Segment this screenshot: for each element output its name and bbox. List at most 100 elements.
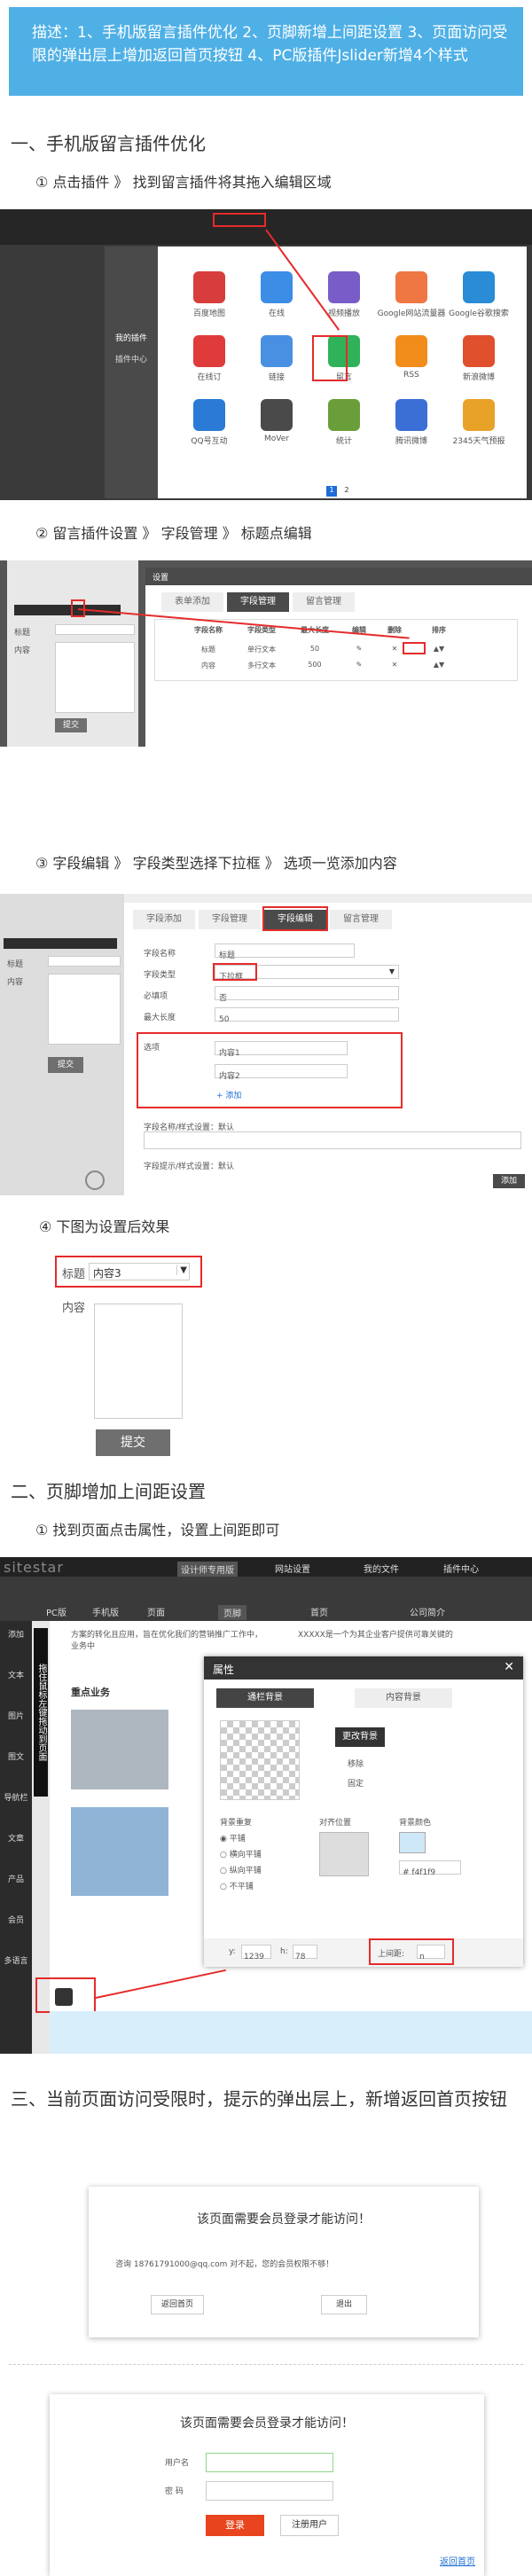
change-bg-button[interactable]: 更改背景 bbox=[335, 1727, 385, 1747]
tab-form-add[interactable]: 表单添加 bbox=[161, 592, 223, 612]
login-back-home-link[interactable]: 返回首页 bbox=[440, 2554, 475, 2567]
close-icon[interactable]: ✕ bbox=[504, 1660, 514, 1674]
tab-field-management[interactable]: 字段管理 bbox=[227, 592, 289, 612]
remove-option[interactable]: 移除 bbox=[348, 1758, 364, 1769]
dialog-titlebar: 设置 bbox=[145, 568, 532, 585]
tab3-field-management[interactable]: 字段管理 bbox=[199, 910, 261, 929]
tab-footer[interactable]: 页脚 bbox=[218, 1605, 246, 1620]
form-content-field[interactable] bbox=[55, 642, 135, 713]
result-content-field[interactable] bbox=[94, 1304, 183, 1419]
plugin-icon[interactable] bbox=[463, 271, 495, 303]
table-header: 字段名称 bbox=[194, 626, 223, 634]
description-text: 描述：1、手机版留言插件优化 2、页脚新增上间距设置 3、页面访问受限的弹出层上… bbox=[32, 24, 508, 65]
register-button[interactable]: 注册用户 bbox=[280, 2515, 339, 2536]
repeat-option[interactable]: ○ 不平铺 bbox=[220, 1880, 254, 1891]
result-submit-button[interactable]: 提交 bbox=[96, 1429, 170, 1456]
device-pc[interactable]: PC版 bbox=[46, 1605, 66, 1618]
left-tool-item[interactable]: 多语言 bbox=[0, 1954, 32, 1966]
s1-step4: ④ 下图为设置后效果 bbox=[39, 1218, 170, 1235]
plugin-icon[interactable] bbox=[193, 399, 225, 431]
plugin-icon[interactable] bbox=[193, 335, 225, 367]
tab3-field-add[interactable]: 字段添加 bbox=[133, 910, 195, 929]
left-tool-item[interactable]: 会员 bbox=[0, 1914, 32, 1925]
input-field-name[interactable]: 标题 bbox=[215, 943, 355, 960]
top-menu-my-files[interactable]: 我的文件 bbox=[364, 1562, 399, 1575]
top-menu-plugin-center[interactable]: 插件中心 bbox=[443, 1562, 479, 1575]
option-2-input[interactable]: 内容2 bbox=[215, 1064, 348, 1081]
user-input[interactable] bbox=[206, 2453, 333, 2472]
login-button[interactable]: 登录 bbox=[206, 2515, 264, 2536]
add-option-link[interactable]: + 添加 bbox=[216, 1089, 241, 1100]
left-tool-item[interactable]: 产品 bbox=[0, 1873, 32, 1884]
left-tool-item[interactable]: 文章 bbox=[0, 1832, 32, 1844]
color-swatch[interactable] bbox=[399, 1832, 426, 1853]
tab3-message-management[interactable]: 留言管理 bbox=[330, 910, 392, 929]
attr-tab-banner-bg[interactable]: 通栏背景 bbox=[216, 1688, 314, 1708]
form-submit-button-2[interactable]: 提交 bbox=[48, 1057, 83, 1073]
result-select[interactable]: 内容3 ▼ bbox=[89, 1263, 190, 1280]
plugin-icon[interactable] bbox=[395, 271, 427, 303]
page-2[interactable]: 2 bbox=[341, 486, 352, 497]
plugin-icon[interactable] bbox=[463, 335, 495, 367]
select-required[interactable]: 否 bbox=[215, 986, 399, 1003]
top-menu-site-settings[interactable]: 网站设置 bbox=[275, 1562, 310, 1575]
color-input[interactable]: # f4f1f9 bbox=[399, 1860, 461, 1877]
side-menu-plugin-center[interactable]: 插件中心 bbox=[105, 353, 158, 364]
top-menu-designer[interactable]: 设计师专用版 bbox=[177, 1562, 238, 1577]
eye-icon[interactable] bbox=[85, 1171, 105, 1190]
plugin-icon[interactable] bbox=[328, 399, 360, 431]
keyboard-image-1 bbox=[71, 1710, 168, 1789]
back-home-button[interactable]: 返回首页 bbox=[151, 2295, 204, 2314]
label-max-length: 最大长度 bbox=[144, 1014, 176, 1022]
table-cell[interactable]: ✎ bbox=[341, 661, 377, 669]
option-1-input[interactable]: 内容1 bbox=[215, 1041, 348, 1058]
device-mobile[interactable]: 手机版 bbox=[92, 1605, 119, 1618]
table-cell[interactable]: ✕ bbox=[377, 661, 412, 669]
select-max-length[interactable]: 50 bbox=[215, 1007, 399, 1024]
plugin-icon[interactable] bbox=[261, 271, 293, 303]
form-title-field[interactable] bbox=[55, 624, 135, 635]
form-title-field-2[interactable] bbox=[48, 956, 121, 967]
plugin-icon[interactable] bbox=[463, 399, 495, 431]
left-tool-item[interactable]: 添加 bbox=[0, 1628, 32, 1640]
repeat-option[interactable]: ○ 横向平铺 bbox=[220, 1848, 262, 1860]
side-menu-my-plugins[interactable]: 我的插件 bbox=[105, 332, 158, 343]
left-tool-item[interactable]: 导航栏 bbox=[0, 1791, 32, 1803]
plugin-icon[interactable] bbox=[193, 271, 225, 303]
h-input[interactable]: 78 bbox=[293, 1945, 317, 1961]
plugin-icon[interactable] bbox=[395, 399, 427, 431]
margin-highlight bbox=[369, 1938, 454, 1965]
label-required: 必填项 bbox=[144, 992, 168, 1001]
form-submit-button[interactable]: 提交 bbox=[55, 718, 87, 732]
s1-step2: ② 留言插件设置 》 字段管理 》 标题点编辑 bbox=[35, 525, 312, 542]
form-content-field-2[interactable] bbox=[48, 974, 121, 1045]
align-grid[interactable] bbox=[319, 1832, 369, 1876]
fixed-option[interactable]: 固定 bbox=[348, 1777, 364, 1789]
left-tool-item[interactable]: 图文 bbox=[0, 1750, 32, 1762]
plugin-icon[interactable] bbox=[261, 335, 293, 367]
left-tool-item[interactable]: 文本 bbox=[0, 1669, 32, 1680]
table-cell[interactable]: ▲▼ bbox=[412, 661, 466, 669]
repeat-option[interactable]: ◉ 平铺 bbox=[220, 1832, 246, 1844]
plugin-icon[interactable] bbox=[395, 335, 427, 367]
tab-message-management[interactable]: 留言管理 bbox=[293, 592, 355, 612]
pass-input[interactable] bbox=[206, 2481, 333, 2501]
attr-tab-content-bg[interactable]: 内容背景 bbox=[355, 1688, 452, 1708]
ok-button[interactable]: 添加 bbox=[493, 1174, 525, 1188]
y-label: y: bbox=[229, 1947, 236, 1956]
plugin-icon[interactable] bbox=[261, 399, 293, 431]
table-cell[interactable]: ✎ bbox=[341, 645, 377, 653]
company-intro[interactable]: 公司简介 bbox=[410, 1605, 445, 1618]
page-1[interactable]: 1 bbox=[326, 486, 337, 497]
canvas-text-2: XXXXX是一个为其企业客户提供可靠关键的 bbox=[298, 1631, 453, 1640]
plugin-label: 新浪微博 bbox=[462, 373, 495, 382]
left-tool-item[interactable]: 图片 bbox=[0, 1710, 32, 1721]
leave-button[interactable]: 退出 bbox=[321, 2295, 367, 2314]
tab-page[interactable]: 页面 bbox=[147, 1605, 165, 1618]
form-label-title-2: 标题 bbox=[7, 960, 24, 969]
plugin-icon[interactable] bbox=[328, 271, 360, 303]
plugin-highlight bbox=[213, 213, 266, 227]
repeat-option[interactable]: ○ 纵向平铺 bbox=[220, 1864, 262, 1875]
y-input[interactable]: 1239 bbox=[241, 1945, 271, 1961]
breadcrumb-home[interactable]: 首页 bbox=[310, 1605, 328, 1618]
